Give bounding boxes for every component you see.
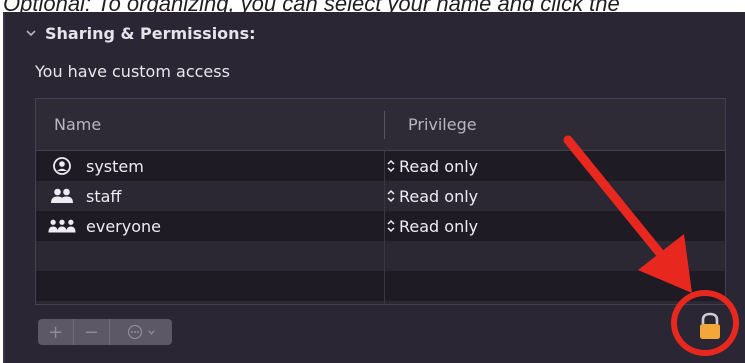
privilege-value: Read only <box>399 186 479 206</box>
privilege-value: Read only <box>399 216 479 236</box>
everyone-icon <box>48 215 76 237</box>
user-name-cell: everyone <box>48 211 161 241</box>
privilege-select[interactable]: Read only <box>386 211 478 241</box>
user-name-cell: system <box>48 151 144 181</box>
cell-divider <box>384 271 385 301</box>
up-down-chevron-icon <box>387 219 395 233</box>
ellipsis-circle-icon <box>127 324 142 340</box>
up-down-chevron-icon <box>387 189 395 203</box>
up-down-chevron-icon <box>387 159 395 173</box>
cell-divider <box>384 211 385 241</box>
user-name: staff <box>86 186 122 206</box>
cell-divider <box>384 151 385 181</box>
cell-divider <box>384 301 385 304</box>
empty-table-row <box>36 241 725 271</box>
table-row[interactable]: system Read only <box>36 151 725 181</box>
group-icon <box>48 185 76 207</box>
section-title: Sharing & Permissions: <box>45 23 256 43</box>
column-header-privilege[interactable]: Privilege <box>408 99 477 151</box>
empty-table-row <box>36 301 725 304</box>
column-header-name[interactable]: Name <box>54 99 101 151</box>
table-row[interactable]: staff Read only <box>36 181 725 211</box>
permissions-toolbar: + − <box>38 319 172 345</box>
info-panel: Sharing & Permissions: You have custom a… <box>3 12 745 363</box>
privilege-value: Read only <box>399 156 479 176</box>
column-divider <box>725 111 726 139</box>
table-header: Name Privilege <box>36 99 725 151</box>
privilege-select[interactable]: Read only <box>386 181 478 211</box>
remove-user-button[interactable]: − <box>74 319 110 345</box>
add-user-button[interactable]: + <box>38 319 74 345</box>
sharing-permissions-header[interactable]: Sharing & Permissions: <box>25 22 255 44</box>
permissions-table: Name Privilege system Read only staff Re… <box>35 98 726 305</box>
table-row[interactable]: everyone Read only <box>36 211 725 241</box>
empty-table-row <box>36 271 725 301</box>
action-menu-button[interactable] <box>110 319 172 345</box>
privilege-select[interactable]: Read only <box>386 151 478 181</box>
lock-icon[interactable] <box>696 311 724 341</box>
cell-divider <box>384 241 385 271</box>
user-name-cell: staff <box>48 181 121 211</box>
chevron-down-icon <box>147 329 155 335</box>
access-status-text: You have custom access <box>35 62 230 81</box>
user-name: everyone <box>86 216 161 236</box>
column-divider <box>384 111 385 139</box>
person-circle-icon <box>48 155 76 177</box>
cell-divider <box>384 181 385 211</box>
user-name: system <box>86 156 144 176</box>
chevron-down-icon <box>26 30 36 37</box>
